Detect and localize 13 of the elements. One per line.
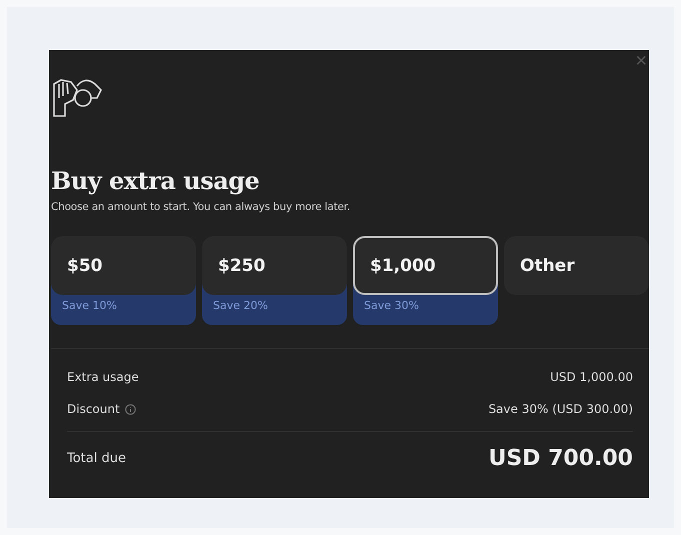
amount-option[interactable]: $50 (51, 236, 196, 295)
summary-label: Discount (67, 402, 120, 416)
total-label: Total due (67, 451, 126, 466)
amount-option[interactable]: $250 (202, 236, 347, 295)
info-icon[interactable] (124, 404, 136, 414)
summary-value: Save 30% (USD 300.00) (488, 402, 633, 416)
amount-option[interactable]: Other (504, 236, 649, 295)
amount-option[interactable]: $1,000 (353, 236, 498, 295)
dialog-subtitle: Choose an amount to start. You can always buy more later. (51, 201, 352, 213)
dialog-title: Buy extra usage (51, 166, 260, 195)
total-value: USD 700.00 (488, 446, 633, 471)
summary-value: USD 1,000.00 (550, 370, 633, 384)
summary-label: Extra usage (67, 370, 139, 384)
